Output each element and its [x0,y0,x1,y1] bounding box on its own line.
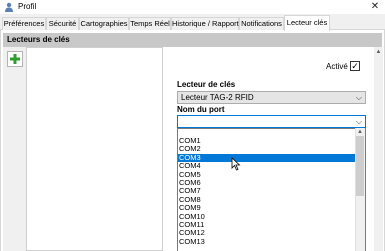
chevron-down-icon: ⌵ [355,117,362,126]
port-option[interactable]: COM10 [178,212,356,221]
close-icon[interactable]: ✕ [369,1,381,13]
title-bar [0,0,385,14]
mouse-cursor-icon [231,157,241,171]
scroll-up-icon[interactable]: ▲ [374,48,383,56]
checkmark-icon: ✓ [351,61,359,71]
dropdown-scroll-thumb[interactable] [356,136,364,196]
section-header: Lecteurs de clés [3,33,382,47]
port-option[interactable]: COM8 [178,195,356,204]
port-option[interactable]: COM5 [178,170,356,179]
tab-cartographies[interactable]: Cartographies [79,17,129,30]
left-toolbar [3,47,26,251]
tab-historique-rapport[interactable]: Historique / Rapport [171,17,239,30]
tab-strip: Préférences Sécurité Cartographies Temps… [0,14,385,31]
tab-temps-reel[interactable]: Temps Réel [129,17,171,30]
add-reader-button[interactable] [7,51,23,67]
reader-select-value: Lecteur TAG-2 RFID [181,93,254,102]
active-label: Activé [326,62,348,71]
active-checkbox[interactable]: ✓ [350,61,360,71]
port-select[interactable]: ⌵ [177,115,366,128]
plus-icon [10,54,20,64]
port-option-selected[interactable]: COM3 [178,153,356,163]
reader-label: Lecteur de clés [177,80,236,89]
tab-securite[interactable]: Sécurité [46,17,79,30]
port-option[interactable]: COM4 [178,161,356,170]
reader-select[interactable]: Lecteur TAG-2 RFID ⌵ [177,91,366,104]
port-option[interactable]: COM13 [178,237,356,246]
port-option[interactable]: COM6 [178,178,356,187]
tab-lecteur-cles[interactable]: Lecteur clés [284,15,330,31]
port-label: Nom du port [177,105,225,114]
port-dropdown-list[interactable]: COM1 COM2 COM3 COM4 COM5 COM6 COM7 COM8 … [177,128,366,251]
tab-preferences[interactable]: Préférences [2,17,46,30]
port-option[interactable]: COM7 [178,186,356,195]
app-user-icon [5,2,13,12]
port-option[interactable]: COM1 [178,136,356,145]
scroll-up-icon[interactable]: ▲ [356,129,364,136]
readers-list[interactable] [26,47,163,251]
port-option[interactable]: COM2 [178,144,356,153]
window-title: Profil [18,2,37,11]
panel-scrollbar[interactable] [374,47,383,251]
chevron-down-icon: ⌵ [355,93,362,102]
tab-notifications[interactable]: Notifications [239,17,284,30]
